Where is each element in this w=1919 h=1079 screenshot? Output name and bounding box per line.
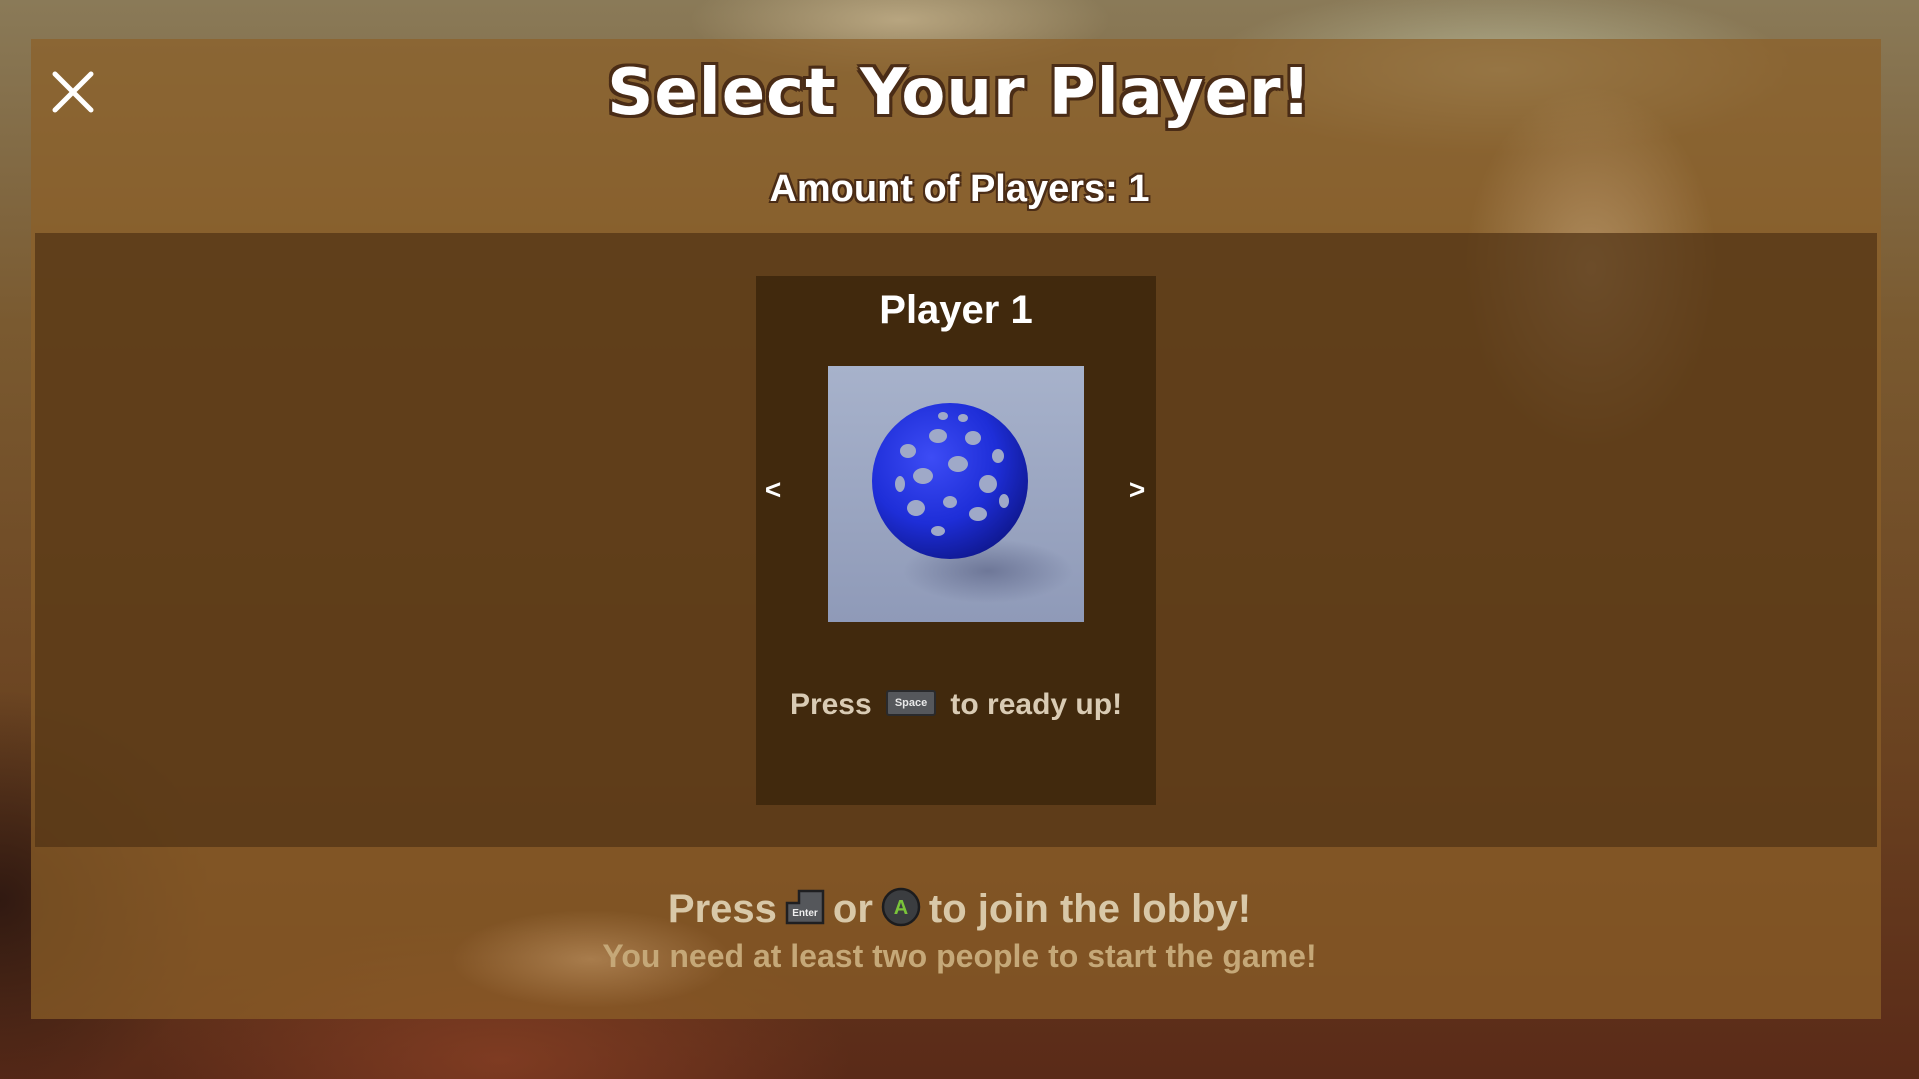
prev-skin-button[interactable]: <: [753, 474, 793, 506]
join-prompt: Press Enter or Ato join the lobby!: [0, 887, 1919, 932]
ready-suffix: to ready up!: [950, 688, 1123, 721]
page-title: Select Your Player!: [607, 56, 1312, 130]
player-name: Player 1: [879, 288, 1033, 332]
min-players-hint: You need at least two people to start th…: [602, 938, 1317, 974]
ready-prompt: Press Space to ready up!: [756, 688, 1156, 722]
join-prefix: Press: [667, 887, 777, 931]
space-key-icon: Space: [886, 690, 937, 717]
gamepad-a-label: A: [894, 897, 908, 919]
enter-key-icon: Enter: [785, 889, 825, 925]
ready-prefix: Press: [789, 688, 872, 721]
join-or: or: [832, 887, 873, 931]
player-count: Amount of Players: 1: [769, 168, 1150, 210]
enter-key-label: Enter: [792, 908, 818, 919]
join-suffix: to join the lobby!: [928, 887, 1252, 931]
player-skin-preview: [828, 366, 1084, 622]
next-skin-button[interactable]: >: [1117, 474, 1157, 506]
gamepad-a-icon: A: [881, 887, 921, 927]
